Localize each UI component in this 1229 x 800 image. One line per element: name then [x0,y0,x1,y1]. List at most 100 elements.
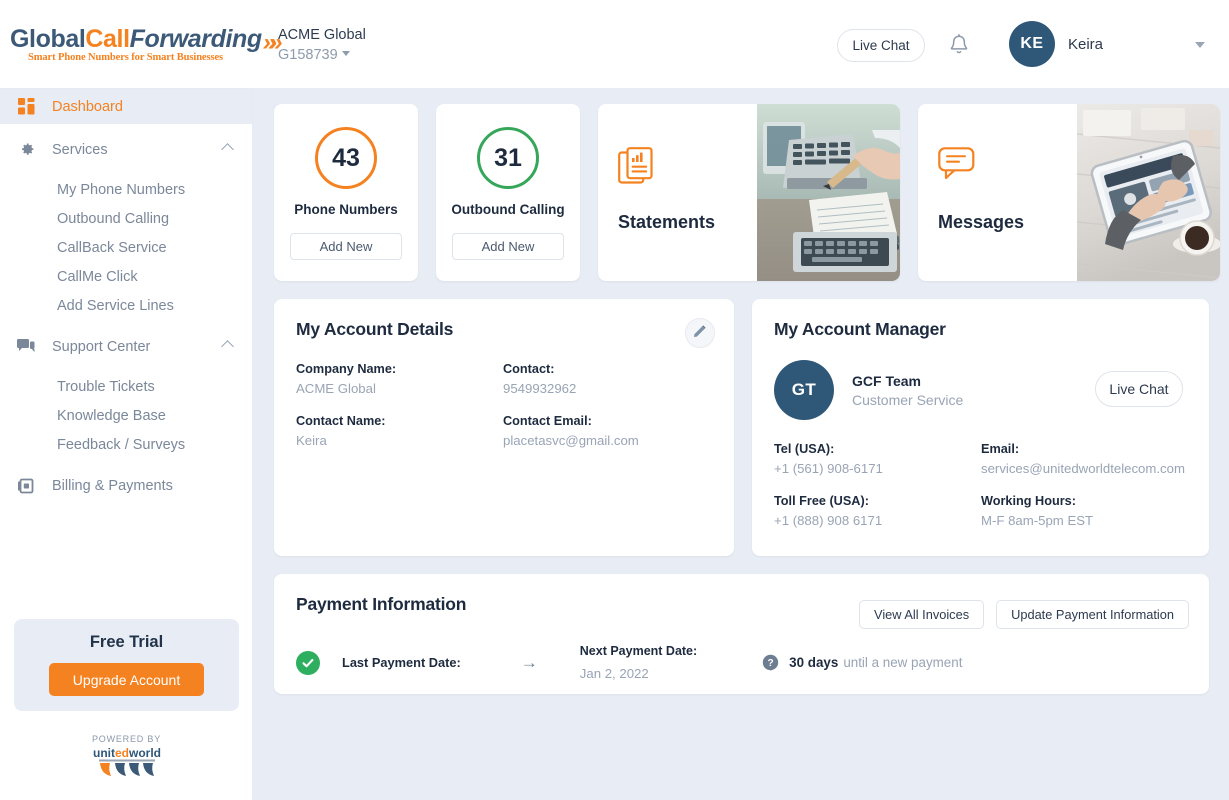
upgrade-account-button[interactable]: Upgrade Account [49,663,204,696]
view-all-invoices-button[interactable]: View All Invoices [859,600,985,629]
powered-by-label: POWERED BY [91,734,161,744]
chevron-up-icon [221,340,234,353]
field-tel-usa: Tel (USA): +1 (561) 908-6171 [774,442,981,476]
main-content: 43 Phone Numbers Add New 31 Outbound Cal… [253,88,1229,800]
sidebar-item-outbound-calling[interactable]: Outbound Calling [0,204,252,233]
sidebar-item-label: Dashboard [52,98,123,115]
payment-actions: View All Invoices Update Payment Informa… [859,600,1189,629]
sidebar-item-callback-service[interactable]: CallBack Service [0,233,252,262]
field-email: Email: services@unitedworldtelecom.com [981,442,1187,476]
statements-illustration [757,104,900,281]
stat-label: Outbound Calling [451,202,565,217]
sidebar-nav: Dashboard Services My Phone Numbers Outb… [0,88,253,800]
phone-numbers-ring: 43 [315,127,377,189]
next-payment-block: Next Payment Date: Jan 2, 2022 [580,644,697,681]
dashboard-icon [0,98,52,115]
sidebar-item-knowledge-base[interactable]: Knowledge Base [0,401,252,430]
sidebar-item-dashboard[interactable]: Dashboard [0,89,252,124]
my-account-details-card: My Account Details Company Name: ACME Gl… [274,299,734,556]
details-row: My Account Details Company Name: ACME Gl… [274,299,1209,556]
field-toll-free-usa: Toll Free (USA): +1 (888) 908 6171 [774,494,981,528]
account-id-row[interactable]: G158739 [278,45,366,65]
speech-bubble-icon [938,147,975,186]
free-trial-title: Free Trial [89,633,164,651]
field-label: Contact: [503,362,555,376]
field-contact-email: Contact Email: placetasvc@gmail.com [503,414,712,448]
add-new-phone-number-button[interactable]: Add New [290,233,402,260]
arrow-right-icon: → [520,652,538,672]
promo-title: Messages [938,212,1025,232]
account-name: ACME Global [278,27,366,43]
field-label: Tel (USA): [774,442,835,456]
user-menu-chevron-down-icon[interactable] [1195,42,1205,48]
sidebar-item-callme-click[interactable]: CallMe Click [0,262,252,291]
logo-wordmark: GlobalCallForwarding»» [10,26,282,56]
field-label: Email: [981,442,1020,456]
dashboard-page: GlobalCallForwarding»» Smart Phone Numbe… [0,0,1229,800]
page-title: My Account Manager [774,319,946,339]
field-value: +1 (561) 908-6171 [774,461,883,476]
app-logo[interactable]: GlobalCallForwarding»» Smart Phone Numbe… [10,26,282,66]
sidebar-item-label: Services [52,141,108,158]
field-company-name: Company Name: ACME Global [296,362,503,396]
logo-tagline: Smart Phone Numbers for Smart Businesses [28,52,224,63]
stat-label: Phone Numbers [294,202,398,217]
live-chat-button[interactable]: Live Chat [837,29,925,62]
field-working-hours: Working Hours: M-F 8am-5pm EST [981,494,1187,528]
update-payment-information-button[interactable]: Update Payment Information [996,600,1189,629]
top-header-bar: GlobalCallForwarding»» Smart Phone Numbe… [0,0,1229,88]
payment-information-card: Payment Information View All Invoices Up… [274,574,1209,694]
sidebar-item-label: Outbound Calling [57,210,170,227]
payment-status-row: Last Payment Date: → Next Payment Date: … [296,644,1187,681]
promo-card-messages[interactable]: Messages [918,104,1220,281]
billing-icon [0,478,52,494]
promo-title: Statements [618,212,716,232]
field-contact: Contact: 9549932962 [503,362,712,396]
account-manager-fields: Tel (USA): +1 (561) 908-6171 Email: serv… [774,442,1187,528]
sidebar-item-services[interactable]: Services [0,132,252,167]
chevron-up-icon [221,143,234,156]
stat-value: 31 [494,143,522,172]
sidebar-item-label: CallBack Service [57,239,167,256]
sidebar-item-label: My Phone Numbers [57,181,186,198]
gear-icon [0,141,52,158]
sidebar-item-label: Feedback / Surveys [57,436,186,453]
notifications-bell-icon[interactable] [948,33,970,57]
help-question-icon[interactable]: ? [762,654,779,671]
account-switcher[interactable]: ACME Global G158739 [278,25,366,65]
last-payment-date-label: Last Payment Date: [342,655,461,670]
field-contact-name: Contact Name: Keira [296,414,503,448]
sidebar-item-label: Support Center [52,338,151,355]
check-circle-icon [296,650,320,675]
add-new-outbound-calling-button[interactable]: Add New [452,233,564,260]
sidebar-item-feedback-surveys[interactable]: Feedback / Surveys [0,430,252,459]
svg-text:unitedworld: unitedworld [92,746,160,760]
field-label: Contact Email: [503,414,592,428]
sidebar-item-label: Add Service Lines [57,297,174,314]
user-avatar[interactable]: KE [1009,21,1055,67]
account-details-fields: Company Name: ACME Global Contact: 95499… [296,362,712,448]
page-title: My Account Details [296,319,454,339]
logo-text-forwarding: Forwarding [129,25,263,53]
svg-text:?: ? [768,658,774,669]
manager-live-chat-button[interactable]: Live Chat [1095,371,1183,407]
field-label: Contact Name: [296,414,386,428]
edit-account-details-button[interactable] [685,318,715,348]
logo-chevron-icon: »» [262,29,283,56]
sidebar-item-label: Trouble Tickets [57,378,155,395]
promo-card-statements[interactable]: Statements [598,104,900,281]
field-value: placetasvc@gmail.com [503,433,639,448]
sidebar-item-my-phone-numbers[interactable]: My Phone Numbers [0,175,252,204]
days-count: 30 days [789,655,839,670]
outbound-calling-ring: 31 [477,127,539,189]
field-value: +1 (888) 908 6171 [774,513,883,528]
sidebar-item-billing-payments[interactable]: Billing & Payments [0,468,252,503]
sidebar-item-trouble-tickets[interactable]: Trouble Tickets [0,372,252,401]
sidebar-item-label: Knowledge Base [57,407,166,424]
sidebar-item-support-center[interactable]: Support Center [0,329,252,364]
sidebar-item-add-service-lines[interactable]: Add Service Lines [0,291,252,320]
sidebar-item-label: CallMe Click [57,268,138,285]
